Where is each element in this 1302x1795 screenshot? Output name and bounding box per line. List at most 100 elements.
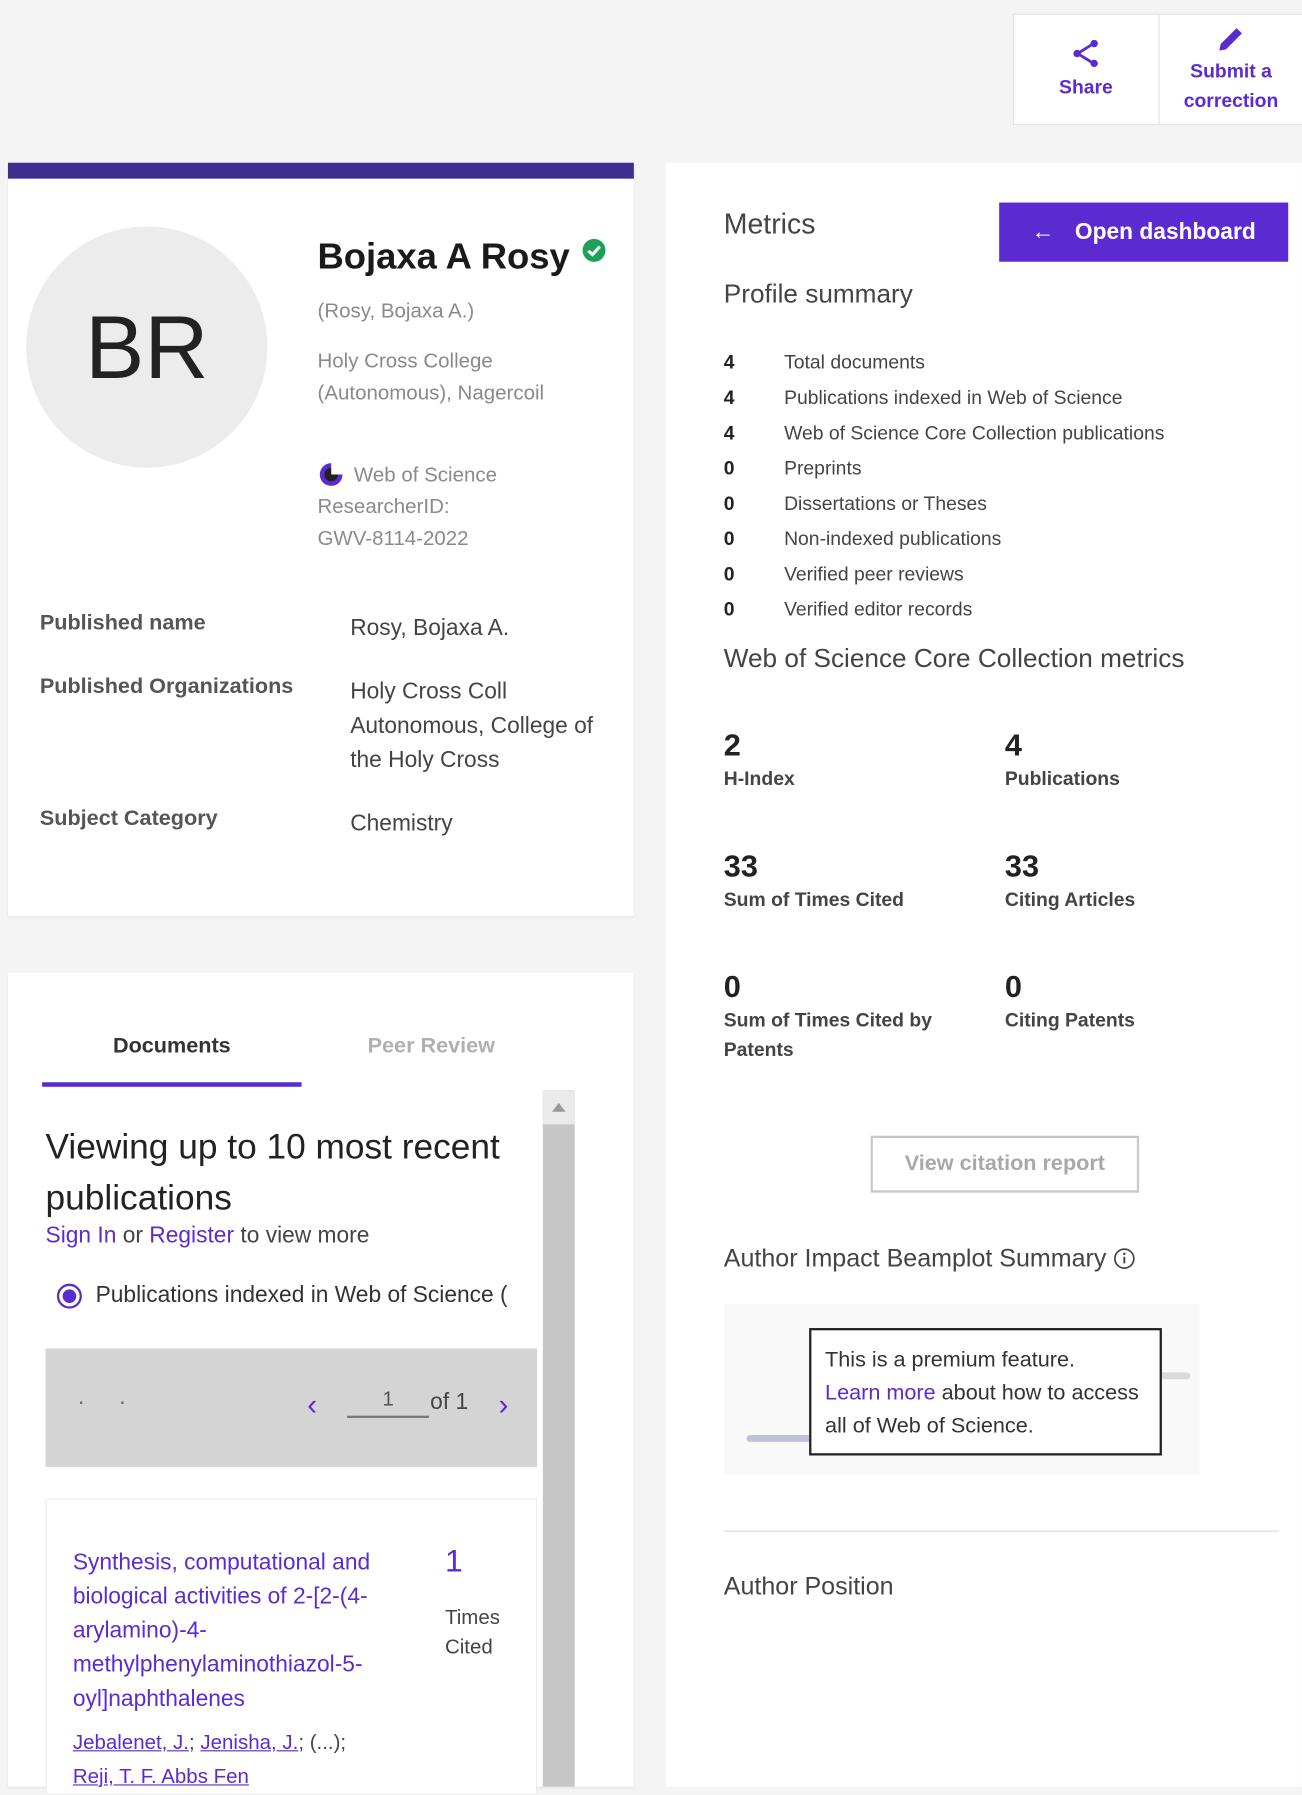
page-number-input[interactable]: 1 <box>347 1387 430 1418</box>
detail-row-subject-category: Subject Category Chemistry <box>40 807 609 841</box>
summary-row: 4 Web of Science Core Collection publicat… <box>724 415 1270 450</box>
detail-row-published-organizations: Published Organizations Holy Cross Coll … <box>40 675 609 777</box>
share-label: Share <box>1059 76 1113 98</box>
metric-publications: 4 Publications <box>1005 726 1278 794</box>
detail-row-published-name: Published name Rosy, Bojaxa A. <box>40 611 609 645</box>
beamplot-heading: Author Impact Beamplot Summary <box>724 1244 1136 1274</box>
summary-label: Preprints <box>784 456 862 479</box>
beamplot-title: Author Impact Beamplot Summary <box>723 1243 1107 1273</box>
detail-value: Chemistry <box>350 811 453 837</box>
metric-label: Publications <box>1004 768 1120 790</box>
share-icon <box>1073 39 1099 68</box>
sign-in-link[interactable]: Sign In <box>46 1223 117 1248</box>
submit-correction-button[interactable]: Submit a correction <box>1157 14 1302 125</box>
summary-label: Verified editor records <box>784 598 973 620</box>
register-link[interactable]: Register <box>149 1223 234 1248</box>
premium-text: This is a premium feature. <box>825 1348 1076 1373</box>
metric-sum-times-cited[interactable]: 33 Sum of Times Cited <box>724 847 997 915</box>
authors-ellipsis: ; (...); <box>298 1730 347 1754</box>
author-link[interactable]: Jebalenet, J. <box>73 1731 189 1754</box>
scrollbar[interactable] <box>542 1090 575 1787</box>
metric-citing-patents: 0 Citing Patents <box>1005 967 1278 1035</box>
author-link[interactable]: Jenisha, J. <box>200 1731 298 1754</box>
summary-label: Web of Science Core Collection publicati… <box>784 421 1165 444</box>
metric-label: Sum of Times Cited by Patents <box>723 1009 932 1061</box>
pagination-bar: · · ‹ 1 of 1 › <box>45 1348 538 1467</box>
summary-count: 0 <box>723 598 735 620</box>
metric-label: Citing Patents <box>1004 1009 1135 1032</box>
page-total: of 1 <box>430 1389 469 1415</box>
premium-feature-notice: This is a premium feature. Learn more ab… <box>809 1328 1162 1456</box>
org-line-1: Holy Cross College <box>317 349 493 373</box>
detail-value: Holy Cross Coll Autonomous, College of t… <box>350 679 594 773</box>
times-cited-label: Times Cited <box>444 1605 500 1659</box>
metric-value: 33 <box>723 848 758 884</box>
share-button[interactable]: Share <box>1014 15 1158 124</box>
beamplot-blur-mark <box>746 1435 815 1442</box>
researcher-id-block: Web of Science ResearcherID: GWV-8114-20… <box>318 459 591 555</box>
web-of-science-logo-icon <box>319 463 343 486</box>
detail-label: Published name <box>39 611 206 636</box>
submit-correction-label-2: correction <box>1183 89 1279 112</box>
signin-prompt: Sign In or Register to view more <box>46 1223 370 1249</box>
author-name: Bojaxa A Rosy <box>317 235 570 277</box>
profile-summary-list: 4 Total documents 4 Publications indexed i… <box>724 345 1270 627</box>
summary-count: 0 <box>723 527 735 550</box>
documents-card: Documents Peer Review Viewing up to 10 m… <box>7 972 634 1795</box>
summary-row: 0 Verified editor records <box>724 592 1270 627</box>
view-citation-report-button[interactable]: View citation report <box>870 1135 1140 1193</box>
radio-selected-icon[interactable] <box>56 1283 82 1309</box>
summary-row: 0 Dissertations or Theses <box>724 486 1270 521</box>
times-cited-count[interactable]: 1 <box>445 1543 463 1579</box>
summary-label: Non-indexed publications <box>784 527 1002 550</box>
filter-option-wos[interactable]: Publications indexed in Web of Science ( <box>56 1282 541 1309</box>
publication-authors: Jebalenet, J.; Jenisha, J.; (...); Reji,… <box>72 1730 347 1788</box>
profile-card: BR Bojaxa A Rosy (Rosy, Bojaxa A.) Holy … <box>7 162 634 917</box>
avatar: BR <box>26 226 268 468</box>
metric-value: 0 <box>723 969 741 1004</box>
action-bar: Share Submit a correction <box>1012 13 1302 126</box>
tab-peer-review[interactable]: Peer Review <box>302 1030 561 1087</box>
metric-h-index: 2 H-Index <box>724 726 997 794</box>
viewing-recent-title: Viewing up to 10 most recent publication… <box>45 1126 500 1218</box>
open-dashboard-button[interactable]: ← Open dashboard <box>999 202 1289 262</box>
publication-title-link[interactable]: Synthesis, computational and biological … <box>73 1545 392 1716</box>
next-page-chevron-icon[interactable]: › <box>498 1387 508 1422</box>
summary-count: 0 <box>723 562 735 585</box>
detail-value: Rosy, Bojaxa A. <box>350 615 510 641</box>
learn-more-link[interactable]: Learn more <box>825 1382 936 1406</box>
metric-label: H-Index <box>723 768 795 790</box>
submit-correction-label-1: Submit a <box>1190 60 1272 82</box>
metric-value: 33 <box>1004 848 1040 884</box>
scroll-up-arrow-icon[interactable] <box>542 1090 575 1125</box>
summary-row: 0 Non-indexed publications <box>724 521 1270 556</box>
alt-name: (Rosy, Bojaxa A.) <box>317 299 475 323</box>
author-link[interactable]: Reji, T. F. Abbs Fen <box>73 1765 249 1788</box>
summary-row: 4 Total documents <box>724 345 1270 380</box>
summary-count: 4 <box>723 421 735 444</box>
detail-label: Published Organizations <box>39 674 294 699</box>
view-more-text: to view more <box>240 1223 370 1249</box>
metric-value: 2 <box>723 728 741 763</box>
metrics-title: Metrics <box>723 208 816 241</box>
tab-documents[interactable]: Documents <box>42 1030 302 1087</box>
summary-label: Verified peer reviews <box>784 562 964 585</box>
filter-option-label: Publications indexed in Web of Science ( <box>95 1282 508 1308</box>
metric-citing-articles[interactable]: 33 Citing Articles <box>1005 847 1278 915</box>
summary-label: Total documents <box>784 351 925 373</box>
divider <box>723 1530 1280 1532</box>
core-metrics-heading: Web of Science Core Collection metrics <box>723 642 1185 673</box>
summary-count: 0 <box>723 492 735 514</box>
verified-check-icon <box>582 238 606 262</box>
previous-page-chevron-icon[interactable]: ‹ <box>307 1387 317 1422</box>
profile-summary-heading: Profile summary <box>723 278 913 309</box>
metric-sum-times-cited-patents: 0 Sum of Times Cited by Patents <box>724 967 963 1065</box>
summary-row: 4 Publications indexed in Web of Science <box>724 380 1270 415</box>
summary-count: 4 <box>723 386 735 408</box>
org-line-2: (Autonomous), Nagercoil <box>317 381 545 404</box>
open-dashboard-label: Open dashboard <box>1074 219 1256 245</box>
info-icon[interactable] <box>1113 1247 1136 1270</box>
summary-row: 0 Verified peer reviews <box>724 556 1270 591</box>
metric-label: Citing Articles <box>1004 888 1136 911</box>
or-text: or <box>122 1223 143 1249</box>
